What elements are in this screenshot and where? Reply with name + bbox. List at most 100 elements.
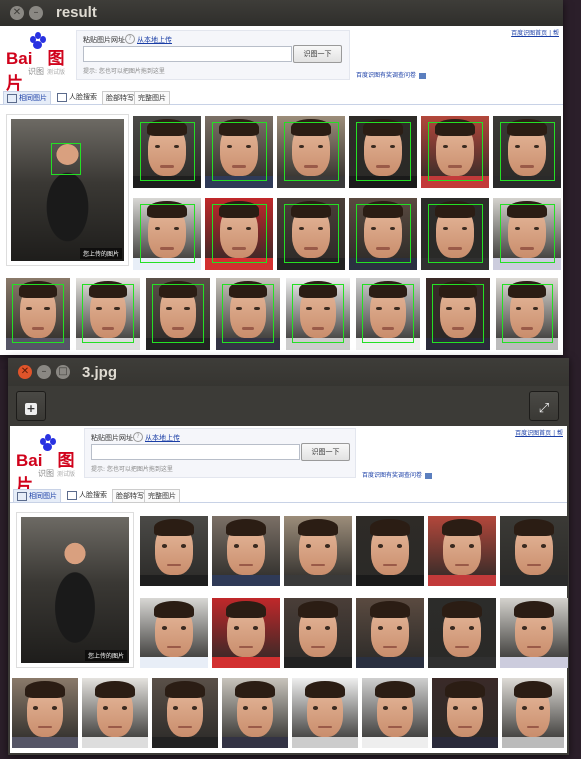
mouth <box>527 563 541 567</box>
top-links[interactable]: 百度识图首页 | 帮 <box>511 28 559 37</box>
face-thumbnail[interactable] <box>277 198 345 270</box>
face-thumbnail[interactable] <box>212 598 280 668</box>
face-thumbnail[interactable] <box>493 116 561 188</box>
face-thumbnail[interactable] <box>356 598 424 668</box>
face-thumbnail[interactable] <box>349 116 417 188</box>
shirt <box>428 656 496 668</box>
baidu-logo[interactable]: Bai 图片 识图 测试版 <box>16 434 82 495</box>
query-image[interactable] <box>11 119 124 261</box>
url-input[interactable] <box>91 444 300 460</box>
help-icon[interactable]: ? <box>125 34 135 44</box>
tab-same-image[interactable]: 相同图片 <box>13 489 61 502</box>
face-thumbnail[interactable] <box>284 516 352 586</box>
viewer-titlebar[interactable]: ✕ – □ 3.jpg <box>8 358 569 386</box>
face-thumbnail[interactable] <box>277 116 345 188</box>
survey-link[interactable]: 百度识图有奖调查问卷 <box>356 70 427 79</box>
face-thumbnail[interactable] <box>421 198 489 270</box>
eye <box>161 544 168 548</box>
tab-full-image[interactable]: 完整图片 <box>134 91 170 105</box>
result-titlebar[interactable]: ✕ – result <box>0 0 563 26</box>
hair <box>513 600 555 618</box>
mouth <box>311 645 325 649</box>
tab-face-search[interactable]: 人脸搜索 <box>64 489 110 501</box>
face-thumbnail[interactable] <box>133 198 201 270</box>
face-thumbnail[interactable] <box>152 678 218 748</box>
tab-face-closeup[interactable]: 脸部特写 <box>112 489 148 503</box>
face-thumbnail[interactable] <box>349 198 417 270</box>
minimize-icon[interactable]: – <box>37 365 51 379</box>
fullscreen-button[interactable]: ⤢ <box>529 391 559 421</box>
eye <box>180 544 187 548</box>
maximize-icon[interactable]: □ <box>56 365 70 379</box>
minimize-icon[interactable]: – <box>29 6 43 20</box>
face-box <box>427 121 483 182</box>
face-thumbnail[interactable] <box>493 198 561 270</box>
logo-sub: 识图 <box>28 67 44 76</box>
search-label: 粘贴图片网址 <box>83 36 125 44</box>
baidu-logo[interactable]: Bai 图片 识图 测试版 <box>6 32 72 93</box>
face-thumbnail[interactable] <box>133 116 201 188</box>
eye <box>233 626 240 630</box>
face-thumbnail[interactable] <box>12 678 78 748</box>
face-thumbnail[interactable] <box>140 516 208 586</box>
eye <box>471 706 477 710</box>
face-thumbnail[interactable] <box>82 678 148 748</box>
shirt <box>502 736 564 748</box>
eye <box>449 626 456 630</box>
face-thumbnail[interactable] <box>212 516 280 586</box>
tab-full-image[interactable]: 完整图片 <box>144 489 180 503</box>
hair <box>514 680 552 698</box>
face-thumbnail[interactable] <box>216 278 280 350</box>
face-thumbnail[interactable] <box>432 678 498 748</box>
face-thumbnail[interactable] <box>286 278 350 350</box>
close-icon[interactable]: ✕ <box>18 365 32 379</box>
face-thumbnail[interactable] <box>292 678 358 748</box>
hair <box>369 518 411 536</box>
face-thumbnail[interactable] <box>500 598 568 668</box>
query-image[interactable] <box>21 517 129 663</box>
face-box <box>283 203 339 264</box>
face-thumbnail[interactable] <box>205 116 273 188</box>
help-icon[interactable]: ? <box>133 432 143 442</box>
face-thumbnail[interactable] <box>6 278 70 350</box>
survey-link[interactable]: 百度识图有奖调查问卷 <box>362 470 433 479</box>
face-thumbnail[interactable] <box>284 598 352 668</box>
face-thumbnail[interactable] <box>428 598 496 668</box>
face-thumbnail[interactable] <box>428 516 496 586</box>
eye <box>180 626 187 630</box>
shirt <box>292 736 358 748</box>
face-thumbnail[interactable] <box>356 516 424 586</box>
upload-link[interactable]: 从本地上传 <box>145 433 180 443</box>
eye <box>521 544 528 548</box>
face-thumbnail[interactable] <box>205 198 273 270</box>
search-button[interactable]: 识图一下 <box>293 45 342 63</box>
face-thumbnail[interactable] <box>140 598 208 668</box>
top-links[interactable]: 百度识图首页 | 帮 <box>515 428 563 437</box>
survey-icon <box>419 72 427 79</box>
tab-face-search[interactable]: 人脸搜索 <box>54 91 100 103</box>
image-viewer-window: ✕ – □ 3.jpg + ⤢ Bai 图片 识图 测试版 粘贴图片网址 ? 从本地… <box>8 358 569 755</box>
face-thumbnail[interactable] <box>76 278 140 350</box>
face-thumbnail[interactable] <box>222 678 288 748</box>
face-thumbnail[interactable] <box>502 678 564 748</box>
face-thumbnail[interactable] <box>362 678 428 748</box>
add-button[interactable]: + <box>16 391 46 421</box>
url-input[interactable] <box>83 46 292 62</box>
face-box <box>499 121 555 182</box>
query-image-label: 您上传的图片 <box>84 650 127 661</box>
face-thumbnail[interactable] <box>426 278 490 350</box>
tab-same-image[interactable]: 相同图片 <box>3 91 51 104</box>
face-box <box>427 203 483 264</box>
eye <box>252 544 259 548</box>
close-icon[interactable]: ✕ <box>10 6 24 20</box>
face-thumbnail[interactable] <box>356 278 420 350</box>
face-thumbnail[interactable] <box>146 278 210 350</box>
search-button[interactable]: 识图一下 <box>301 443 350 461</box>
upload-link[interactable]: 从本地上传 <box>137 35 172 45</box>
face-thumbnail[interactable] <box>496 278 558 350</box>
tab-face-closeup[interactable]: 脸部特写 <box>102 91 138 105</box>
mouth <box>527 645 541 649</box>
face-thumbnail[interactable] <box>500 516 568 586</box>
face-thumbnail[interactable] <box>421 116 489 188</box>
face-box <box>499 203 555 264</box>
